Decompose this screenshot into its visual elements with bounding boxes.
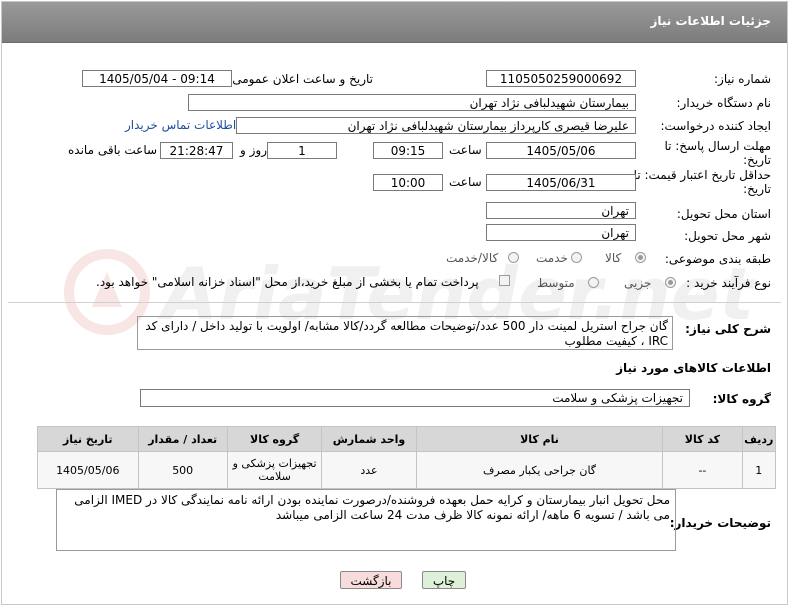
need-number-label: شماره نیاز: (714, 72, 771, 86)
table-header-row: ردیف کد کالا نام کالا واحد شمارش گروه کا… (37, 426, 777, 452)
col-row: ردیف (741, 426, 777, 452)
treasury-payment-checkbox[interactable] (499, 275, 510, 286)
category-option-service: خدمت (536, 251, 568, 265)
print-button[interactable]: چاپ (422, 571, 466, 589)
col-date: تاریخ نیاز (37, 426, 139, 452)
table-row: 1 -- گان جراحی یکبار مصرف عدد تجهیزات پز… (37, 451, 777, 489)
cell-date: 1405/05/06 (37, 451, 139, 489)
category-label: طبقه بندی موضوعی: (664, 252, 771, 266)
col-unit: واحد شمارش (321, 426, 417, 452)
process-label: نوع فرآیند خرید : (686, 276, 771, 290)
page-title: جزئیات اطلاعات نیاز (650, 14, 771, 28)
announce-label: تاریخ و ساعت اعلان عمومی: (228, 72, 373, 86)
requester-field: علیرضا قیصری کارپرداز بیمارستان شهیدلباف… (236, 117, 636, 134)
announce-field: 1405/05/04 - 09:14 (82, 70, 232, 87)
min-price-date-field: 1405/06/31 (486, 174, 636, 191)
category-radio-goods[interactable] (635, 252, 646, 263)
category-radio-service[interactable] (571, 252, 582, 263)
deadline-label: مهلت ارسال پاسخ: تا تاریخ: (664, 139, 771, 167)
goods-table: ردیف کد کالا نام کالا واحد شمارش گروه کا… (37, 426, 777, 489)
divider (8, 302, 781, 303)
remaining-time-field: 21:28:47 (160, 142, 233, 159)
description-textarea[interactable]: گان جراح استریل لمینت دار 500 عدد/توضیحا… (137, 316, 673, 350)
process-option-medium: متوسط (537, 276, 575, 290)
requester-label: ایجاد کننده درخواست: (660, 119, 771, 133)
buyer-org-label: نام دستگاه خریدار: (676, 96, 772, 110)
cell-code: -- (662, 451, 743, 489)
category-option-both: کالا/خدمت (446, 251, 499, 265)
col-code: کد کالا (662, 426, 743, 452)
buyer-notes-label: توضیحات خریدار: (669, 516, 771, 530)
contact-info-link[interactable]: اطلاعات تماس خریدار (125, 118, 236, 132)
cell-qty: 500 (137, 451, 228, 489)
days-label: روز و (240, 143, 267, 157)
cell-name: گان جراحی یکبار مصرف (415, 451, 664, 489)
days-field: 1 (267, 142, 337, 159)
cell-group: تجهیزات پزشکی و سلامت (226, 451, 323, 489)
min-price-label: حداقل تاریخ اعتبار قیمت: تا تاریخ: (633, 168, 771, 196)
cell-row: 1 (741, 451, 777, 489)
col-group: گروه کالا (226, 426, 323, 452)
remaining-label: ساعت باقی مانده (68, 143, 158, 157)
back-button[interactable]: بازگشت (340, 571, 402, 589)
min-price-time-label: ساعت (449, 175, 482, 189)
treasury-payment-note: پرداخت تمام یا بخشی از مبلغ خرید،از محل … (96, 275, 479, 289)
page-frame: جزئیات اطلاعات نیاز AriaTender.net شماره… (1, 1, 788, 605)
category-option-goods: کالا (605, 251, 622, 265)
min-price-time-field: 10:00 (373, 174, 443, 191)
buyer-org-field: بیمارستان شهیدلبافی نژاد تهران (188, 94, 636, 111)
province-label: استان محل تحویل: (676, 207, 771, 221)
city-label: شهر محل تحویل: (684, 229, 771, 243)
process-option-minor: جزیی (624, 276, 652, 290)
deadline-date-field: 1405/05/06 (486, 142, 636, 159)
cell-unit: عدد (321, 451, 417, 489)
process-radio-medium[interactable] (588, 277, 599, 288)
buyer-notes-textarea[interactable]: محل تحویل انبار بیمارستان و کرایه حمل بع… (56, 489, 676, 551)
province-field: تهران (486, 202, 636, 219)
deadline-time-field: 09:15 (373, 142, 443, 159)
process-radio-minor[interactable] (665, 277, 676, 288)
goods-group-field: تجهیزات پزشکی و سلامت (140, 389, 690, 407)
page-header: جزئیات اطلاعات نیاز (2, 2, 787, 43)
goods-group-label: گروه کالا: (712, 392, 771, 406)
city-field: تهران (486, 224, 636, 241)
need-number-field: 1105050259000692 (486, 70, 636, 87)
col-name: نام کالا (415, 426, 664, 452)
col-qty: تعداد / مقدار (137, 426, 228, 452)
category-radio-both[interactable] (508, 252, 519, 263)
description-label: شرح کلی نیاز: (685, 322, 771, 336)
deadline-time-label: ساعت (449, 143, 482, 157)
goods-info-title: اطلاعات کالاهای مورد نیاز (616, 361, 771, 375)
